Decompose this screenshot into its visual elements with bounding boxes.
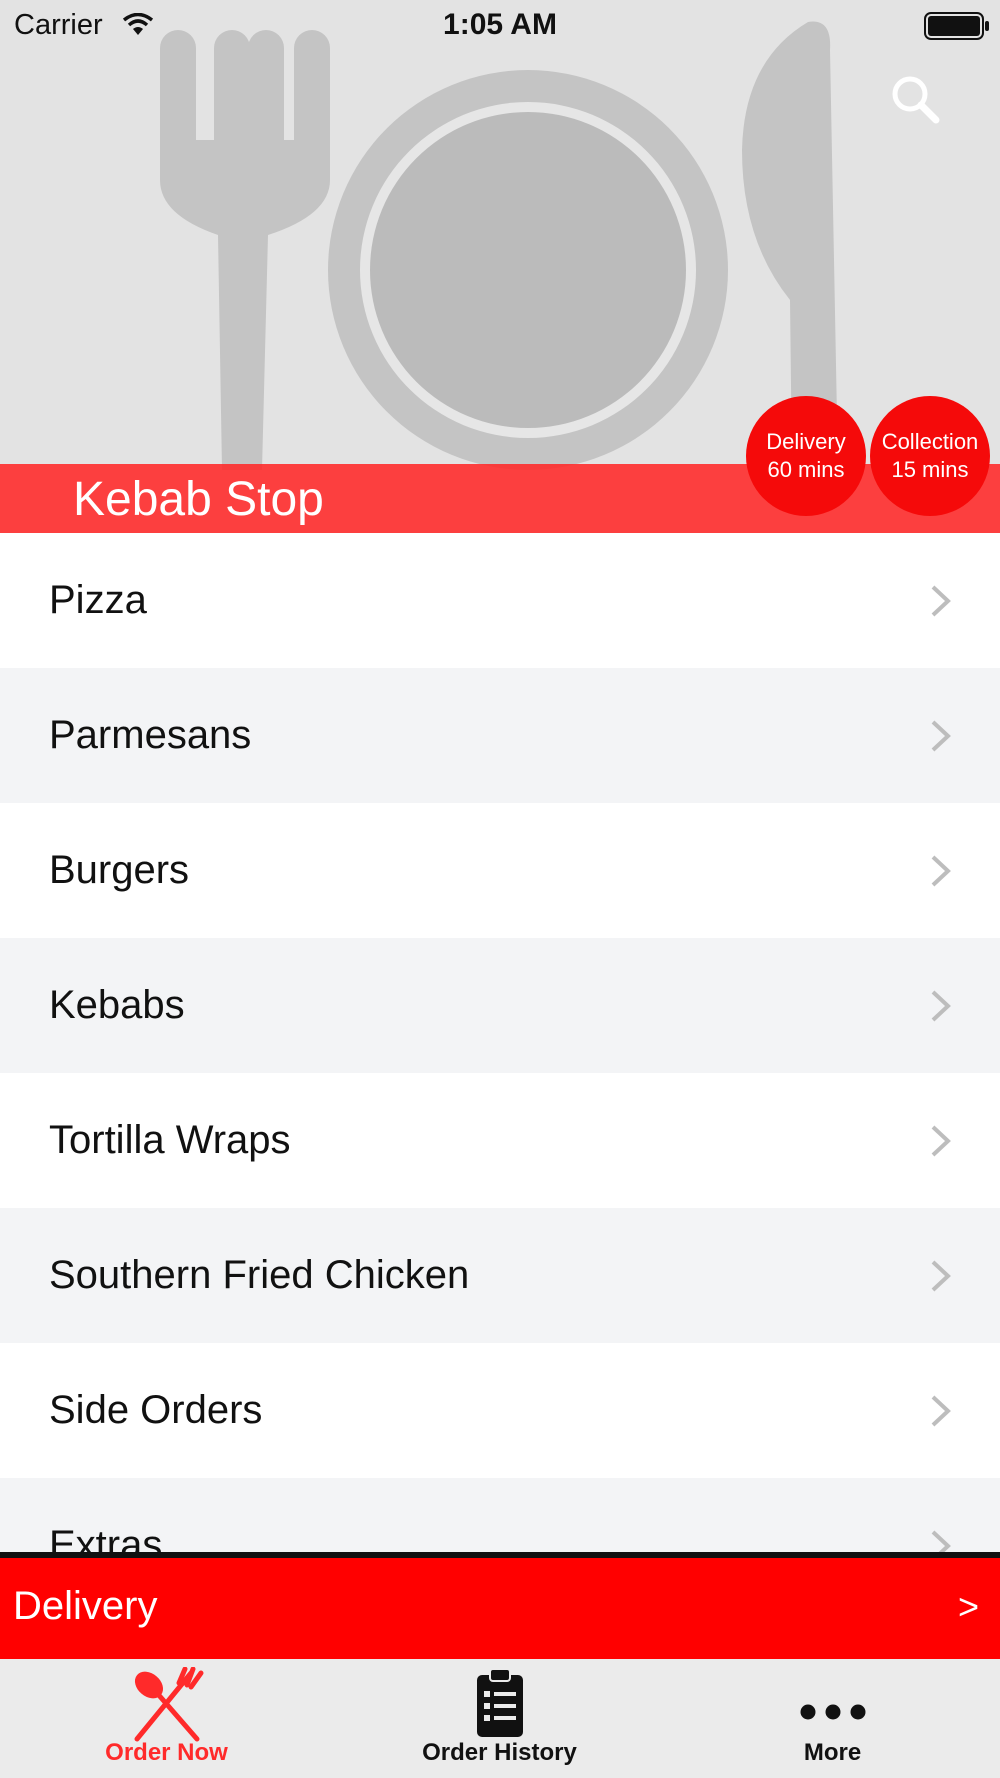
category-label: Southern Fried Chicken <box>49 1253 470 1297</box>
category-label: Burgers <box>49 848 190 892</box>
header-hero: Carrier 1:05 AM Kebab Stop Delivery 60 m… <box>0 0 1000 533</box>
tab-order-now[interactable]: Order Now <box>0 1659 333 1778</box>
menu-category-row[interactable]: Pizza <box>0 533 1000 668</box>
more-dots-icon <box>800 1704 865 1720</box>
category-label: Kebabs <box>49 983 185 1027</box>
menu-category-row[interactable]: Southern Fried Chicken <box>0 1208 1000 1343</box>
chevron-right-icon <box>931 1395 951 1426</box>
clipboard-icon <box>476 1668 523 1737</box>
order-mode-bar[interactable]: Delivery > <box>0 1558 1000 1659</box>
search-icon[interactable] <box>888 72 944 128</box>
delivery-time-badge: Delivery 60 mins <box>746 396 866 516</box>
menu-category-row[interactable]: Extras <box>0 1478 1000 1553</box>
category-label: Parmesans <box>49 713 252 757</box>
chevron-right-icon <box>931 1530 951 1553</box>
menu-category-row[interactable]: Tortilla Wraps <box>0 1073 1000 1208</box>
status-bar: Carrier 1:05 AM <box>0 0 1000 50</box>
chevron-right-icon <box>931 855 951 886</box>
delivery-badge-label: Delivery <box>766 429 846 454</box>
tab-label: More <box>803 1739 862 1766</box>
menu-category-row[interactable]: Side Orders <box>0 1343 1000 1478</box>
category-label: Extras <box>49 1523 163 1553</box>
tab-label: Order History <box>422 1739 577 1766</box>
delivery-badge-time: 60 mins <box>767 457 845 482</box>
menu-category-row[interactable]: Parmesans <box>0 668 1000 803</box>
order-mode-arrow: > <box>958 1586 980 1627</box>
menu-category-row[interactable]: Kebabs <box>0 938 1000 1073</box>
collection-badge-label: Collection <box>881 429 979 454</box>
chevron-right-icon <box>931 1260 951 1291</box>
status-time: 1:05 AM <box>443 8 557 41</box>
order-mode-label: Delivery <box>13 1584 158 1628</box>
category-label: Side Orders <box>49 1388 263 1432</box>
category-label: Tortilla Wraps <box>49 1118 291 1162</box>
battery-icon <box>924 12 989 40</box>
restaurant-name: Kebab Stop <box>73 473 324 526</box>
collection-time-badge: Collection 15 mins <box>870 396 990 516</box>
tab-more[interactable]: More <box>666 1659 999 1778</box>
chevron-right-icon <box>931 585 951 616</box>
menu-category-list[interactable]: Pizza Parmesans Burgers Kebabs Tortilla … <box>0 533 1000 1553</box>
fork-spoon-icon <box>134 1667 203 1742</box>
chevron-right-icon <box>931 990 951 1021</box>
tab-label: Order Now <box>105 1739 228 1766</box>
chevron-right-icon <box>931 1125 951 1156</box>
menu-category-row[interactable]: Burgers <box>0 803 1000 938</box>
tab-bar: Order Now Order History More <box>0 1659 1000 1778</box>
chevron-right-icon <box>931 720 951 751</box>
collection-badge-time: 15 mins <box>891 457 969 482</box>
category-label: Pizza <box>49 578 147 622</box>
tab-order-history[interactable]: Order History <box>333 1659 666 1778</box>
